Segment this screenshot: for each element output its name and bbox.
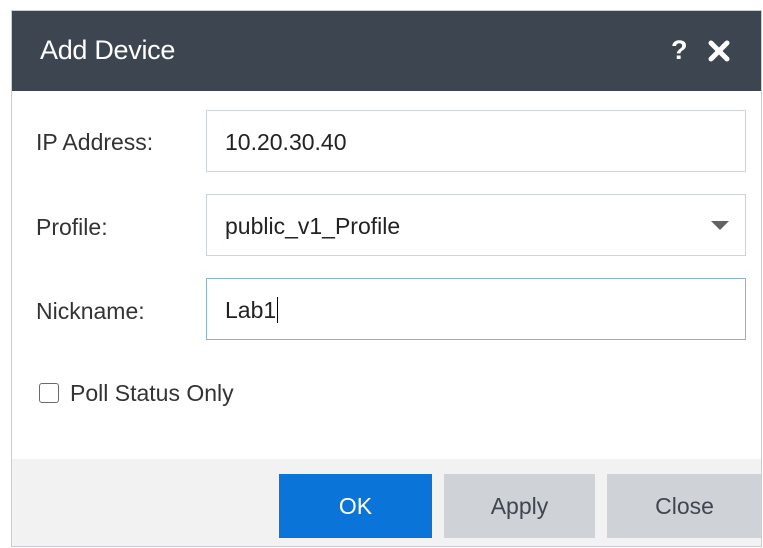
dialog-title: Add Device [40,35,176,65]
nickname-value: Lab1 [225,297,277,323]
ip-address-label: IP Address: [36,129,154,155]
nickname-label: Nickname: [36,298,145,324]
apply-button[interactable]: Apply [444,474,595,538]
profile-selected-value: public_v1_Profile [225,213,401,239]
profile-label: Profile: [36,214,108,240]
poll-status-only-checkbox[interactable] [39,383,59,403]
close-button[interactable]: Close [607,474,761,538]
text-cursor [277,297,279,323]
help-icon[interactable]: ? [671,35,688,66]
ip-address-value: 10.20.30.40 [225,129,347,155]
ip-address-field[interactable]: 10.20.30.40 [206,110,746,172]
profile-select[interactable]: public_v1_Profile [206,194,746,256]
ok-button[interactable]: OK [279,474,432,538]
poll-status-only-label[interactable]: Poll Status Only [70,380,234,407]
add-device-dialog: Add Device ? IP Address: 10.20.30.40 Pro… [11,10,762,547]
nickname-value-wrapper: Lab1 [225,297,279,324]
close-icon[interactable] [706,38,732,64]
chevron-down-icon[interactable] [711,221,729,230]
nickname-field[interactable]: Lab1 [206,278,746,340]
dialog-titlebar: Add Device ? [12,11,761,91]
